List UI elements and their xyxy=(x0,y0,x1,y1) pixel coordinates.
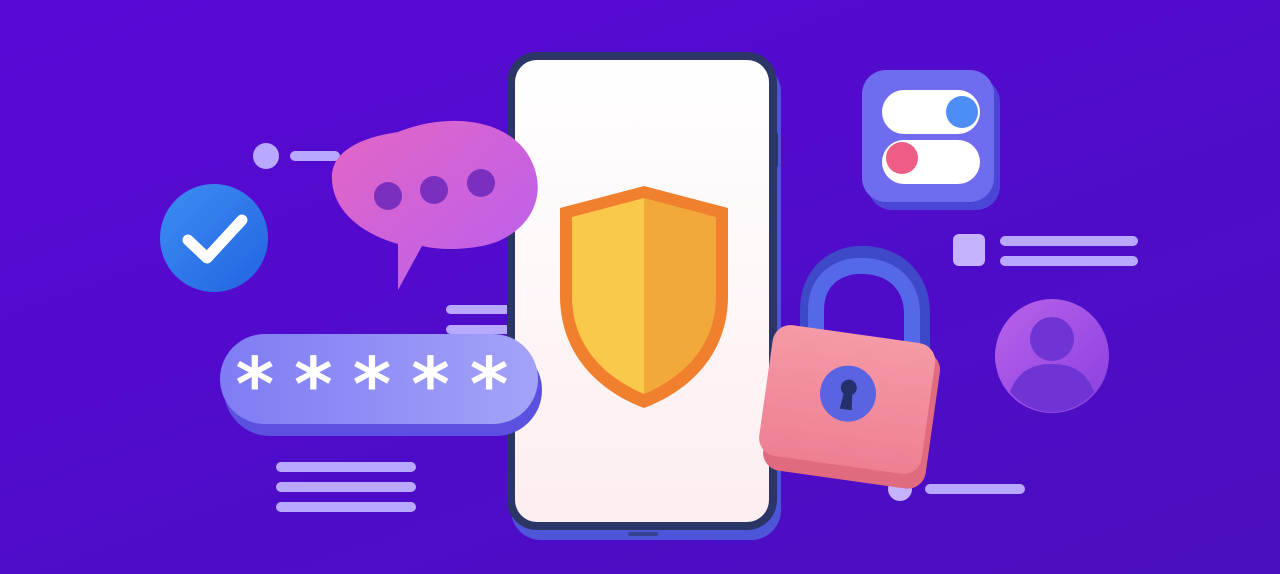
decor-lines-mid-left xyxy=(446,305,516,334)
check-badge-icon xyxy=(160,184,268,292)
toggle-settings-icon xyxy=(862,70,1000,210)
user-avatar-icon xyxy=(995,299,1109,413)
padlock-icon xyxy=(759,245,941,489)
decor-connector-left xyxy=(253,143,340,169)
password-mask: ***** xyxy=(233,342,526,428)
chat-bubble-icon xyxy=(331,120,538,290)
illustration-canvas: ***** xyxy=(160,52,1138,540)
security-illustration: ***** xyxy=(0,0,1280,574)
decor-lines-right xyxy=(953,234,1138,266)
decor-lines-bottom-left xyxy=(276,462,416,512)
password-field: ***** xyxy=(220,334,542,436)
